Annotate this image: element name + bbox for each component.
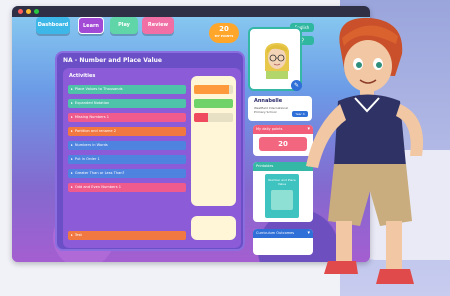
play-icon: ▸ <box>71 129 73 133</box>
test-item[interactable]: ▸ Test <box>68 231 186 240</box>
minimize-window-button[interactable] <box>26 9 31 14</box>
play-icon: ▸ <box>71 143 73 147</box>
activity-item[interactable]: ▸ Place Values to Thousands <box>68 85 186 94</box>
student-name: Annabelle <box>254 98 283 104</box>
activities-list: Activities ▸ Place Values to Thousands ▸ E… <box>63 68 241 248</box>
activity-label: Greater Than or Less Than? <box>74 171 125 175</box>
progress-fill <box>194 99 233 108</box>
nav-play-button[interactable]: Play <box>110 17 138 34</box>
play-icon: ▸ <box>71 101 73 105</box>
progress-fill <box>194 113 208 122</box>
activity-label: Expanded Notation <box>74 101 110 105</box>
test-progress-card <box>191 216 236 240</box>
activity-item[interactable]: ▸ Put in Order 1 <box>68 155 186 164</box>
nav-review-button[interactable]: Review <box>142 17 174 34</box>
activity-item[interactable]: ▸ Partition and rename 2 <box>68 127 186 136</box>
topic-panel: NA - Number and Place Value Activities ▸… <box>55 51 245 251</box>
book-title: Number and Place Value <box>268 178 296 186</box>
progress-bar <box>194 99 233 108</box>
maximize-window-button[interactable] <box>34 9 39 14</box>
avatar <box>264 43 290 79</box>
play-icon: ▸ <box>71 157 73 161</box>
activity-item[interactable]: ▸ Missing Numbers 1 <box>68 113 186 122</box>
activity-item[interactable]: ▸ Expanded Notation <box>68 99 186 108</box>
activity-label: Numbers in Words <box>74 143 108 147</box>
nav-learn-button[interactable]: Learn <box>78 17 104 34</box>
play-icon: ▸ <box>71 171 73 175</box>
activity-item[interactable]: ▸ Greater Than or Less Than? <box>68 169 186 178</box>
play-icon: ▸ <box>71 233 73 237</box>
nav-dashboard-button[interactable]: Dashboard <box>36 17 70 34</box>
play-icon: ▸ <box>71 185 73 189</box>
activity-label: Partition and rename 2 <box>74 129 117 133</box>
mascot-character <box>306 17 424 284</box>
test-label: Test <box>74 233 82 237</box>
book-cover-image <box>271 190 293 210</box>
progress-bar <box>194 85 233 94</box>
activity-label: Odd and Even Numbers 1 <box>74 185 122 189</box>
points-badge[interactable]: 20 MY POINTS <box>209 23 239 43</box>
points-label: MY POINTS <box>214 34 234 38</box>
progress-card <box>191 76 236 206</box>
panel-title: NA - Number and Place Value <box>63 57 162 64</box>
activity-label: Put in Order 1 <box>74 157 100 161</box>
daily-points-heading: My daily points <box>256 127 283 131</box>
close-window-button[interactable] <box>18 9 23 14</box>
play-icon: ▸ <box>71 87 73 91</box>
activity-label: Place Values to Thousands <box>74 87 123 91</box>
school-name: Westfield International Primary School <box>254 106 288 114</box>
printable-book[interactable]: Number and Place Value <box>265 174 299 218</box>
activity-label: Missing Numbers 1 <box>74 115 110 119</box>
progress-fill <box>194 85 230 94</box>
activity-item[interactable]: ▸ Numbers in Words <box>68 141 186 150</box>
points-value: 20 <box>219 25 229 33</box>
printables-heading: Printables <box>256 164 274 168</box>
activity-item[interactable]: ▸ Odd and Even Numbers 1 <box>68 183 186 192</box>
outcomes-heading: Curriculum Outcomes <box>256 231 295 235</box>
play-icon: ▸ <box>71 115 73 119</box>
pencil-icon: ✎ <box>293 82 300 89</box>
activities-heading: Activities <box>69 73 96 79</box>
progress-bar <box>194 113 233 122</box>
